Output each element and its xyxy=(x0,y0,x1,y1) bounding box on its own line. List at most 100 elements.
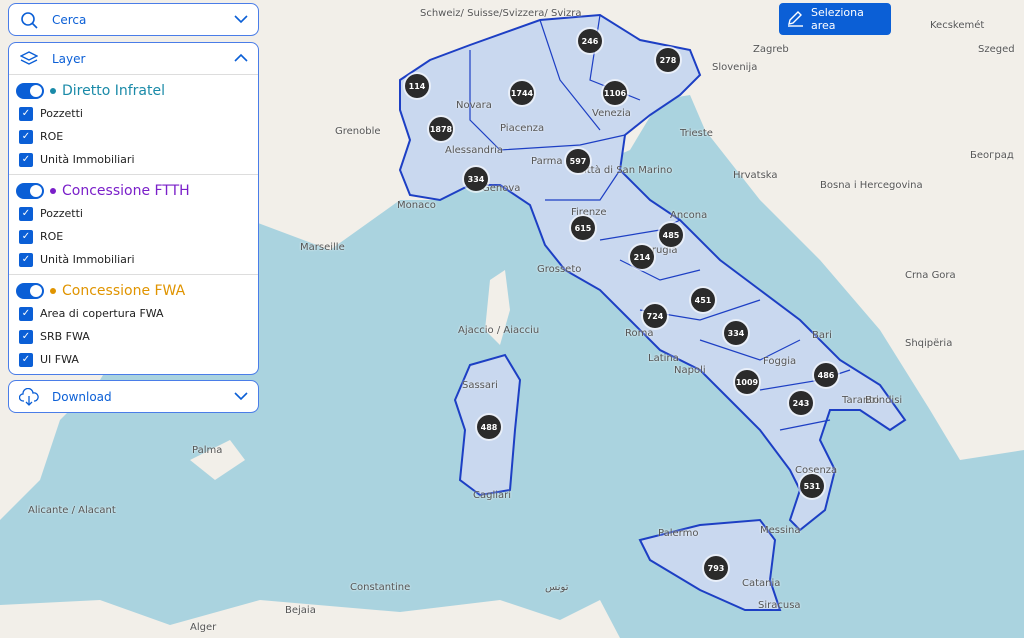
map-place-label: Alicante / Alacant xyxy=(28,505,116,516)
cluster-marker[interactable]: 214 xyxy=(630,245,654,269)
layer-color-dot xyxy=(50,188,56,194)
layer-item-label: SRB FWA xyxy=(40,330,90,343)
edit-icon xyxy=(786,9,804,30)
layer-color-dot xyxy=(50,88,56,94)
cluster-marker[interactable]: 451 xyxy=(691,288,715,312)
map-place-label: Sassari xyxy=(462,380,498,391)
cluster-marker[interactable]: 334 xyxy=(724,321,748,345)
map-place-label: Slovenija xyxy=(712,62,758,73)
map-place-label: تونس xyxy=(545,582,569,593)
layer-item[interactable]: ✓ ROE xyxy=(16,225,258,248)
cluster-marker[interactable]: 278 xyxy=(656,48,680,72)
cluster-marker[interactable]: 531 xyxy=(800,474,824,498)
map-place-label: Kecskemét xyxy=(930,20,985,31)
layer-item[interactable]: ✓ Area di copertura FWA xyxy=(16,302,258,325)
map-place-label: Palma xyxy=(192,445,223,456)
checkbox-checked-icon[interactable]: ✓ xyxy=(19,306,33,321)
map-place-label: Bejaia xyxy=(285,605,316,616)
checkbox-checked-icon[interactable]: ✓ xyxy=(19,229,33,244)
map-place-label: Hrvatska xyxy=(733,170,778,181)
cluster-marker[interactable]: 246 xyxy=(578,29,602,53)
layer-item-label: Pozzetti xyxy=(40,207,83,220)
layer-item[interactable]: ✓ UI FWA xyxy=(16,348,258,371)
select-area-button[interactable]: Seleziona area xyxy=(779,3,891,35)
map-place-label: Genova xyxy=(482,183,521,194)
cluster-marker[interactable]: 615 xyxy=(571,216,595,240)
map-place-label: Ancona xyxy=(670,210,708,221)
search-label: Cerca xyxy=(52,12,87,27)
map-place-label: Foggia xyxy=(763,356,797,367)
layer-group-toggle[interactable] xyxy=(16,283,44,299)
layer-toggle[interactable]: Layer xyxy=(9,43,258,74)
layer-group-toggle[interactable] xyxy=(16,83,44,99)
cluster-marker[interactable]: 334 xyxy=(464,167,488,191)
cluster-marker[interactable]: 724 xyxy=(643,304,667,328)
cluster-marker[interactable]: 1878 xyxy=(429,117,453,141)
cluster-marker[interactable]: 1744 xyxy=(510,81,534,105)
search-panel[interactable]: Cerca xyxy=(8,3,259,36)
map-place-label: Grenoble xyxy=(335,126,381,137)
checkbox-checked-icon[interactable]: ✓ xyxy=(19,252,33,267)
layer-item[interactable]: ✓ Unità Immobiliari xyxy=(16,248,258,271)
cluster-marker[interactable]: 114 xyxy=(405,74,429,98)
checkbox-checked-icon[interactable]: ✓ xyxy=(19,152,33,167)
layer-group-title: Concessione FWA xyxy=(62,283,186,299)
layer-item-label: Area di copertura FWA xyxy=(40,307,164,320)
download-label: Download xyxy=(52,389,112,404)
search-toggle[interactable]: Cerca xyxy=(9,4,258,35)
map-place-label: Београд xyxy=(970,150,1014,161)
layer-group: Concessione FWA ✓ Area di copertura FWA ✓ SR… xyxy=(9,274,258,374)
cluster-marker[interactable]: 486 xyxy=(814,363,838,387)
layer-group-title: Diretto Infratel xyxy=(62,83,165,99)
map-place-label: Palermo xyxy=(658,528,699,539)
map-place-label: Firenze xyxy=(571,207,607,218)
layer-item[interactable]: ✓ Pozzetti xyxy=(16,202,258,225)
map-place-label: Cagliari xyxy=(473,490,512,501)
checkbox-checked-icon[interactable]: ✓ xyxy=(19,206,33,221)
layer-item-label: ROE xyxy=(40,130,64,143)
layer-item[interactable]: ✓ SRB FWA xyxy=(16,325,258,348)
checkbox-checked-icon[interactable]: ✓ xyxy=(19,129,33,144)
cluster-marker[interactable]: 1106 xyxy=(603,81,627,105)
map-place-label: Bari xyxy=(812,330,832,341)
select-area-label: Seleziona area xyxy=(811,6,864,32)
map-place-label: Parma xyxy=(531,156,563,167)
layer-item[interactable]: ✓ Pozzetti xyxy=(16,102,258,125)
download-panel[interactable]: Download xyxy=(8,380,259,413)
cluster-marker[interactable]: 1009 xyxy=(735,370,759,394)
map-place-label: Monaco xyxy=(397,200,436,211)
checkbox-checked-icon[interactable]: ✓ xyxy=(19,329,33,344)
cluster-marker[interactable]: 793 xyxy=(704,556,728,580)
chevron-up-icon xyxy=(234,52,248,66)
cluster-marker[interactable]: 597 xyxy=(566,149,590,173)
layer-item[interactable]: ✓ Unità Immobiliari xyxy=(16,148,258,171)
map-place-label: Latina xyxy=(648,353,679,364)
layer-group-title: Concessione FTTH xyxy=(62,183,190,199)
map-place-label: Venezia xyxy=(592,108,631,119)
map-place-label: Alessandria xyxy=(445,145,504,156)
layer-group-toggle[interactable] xyxy=(16,183,44,199)
map-place-label: Crna Gora xyxy=(905,270,956,281)
map-place-label: Szeged xyxy=(978,44,1015,55)
cloud-download-icon xyxy=(19,387,39,407)
download-toggle[interactable]: Download xyxy=(9,381,258,412)
checkbox-checked-icon[interactable]: ✓ xyxy=(19,106,33,121)
cluster-marker[interactable]: 243 xyxy=(789,391,813,415)
layer-item-label: Unità Immobiliari xyxy=(40,253,135,266)
layer-item[interactable]: ✓ ROE xyxy=(16,125,258,148)
layer-item-label: Unità Immobiliari xyxy=(40,153,135,166)
cluster-marker[interactable]: 488 xyxy=(477,415,501,439)
checkbox-checked-icon[interactable]: ✓ xyxy=(19,352,33,367)
map-place-label: Roma xyxy=(625,328,654,339)
layer-color-dot xyxy=(50,288,56,294)
map-place-label: Shqipëria xyxy=(905,338,953,349)
map-place-label: Città di San Marino xyxy=(577,165,673,176)
layer-item-label: ROE xyxy=(40,230,64,243)
layer-panel: Layer Diretto Infratel ✓ Pozzetti ✓ ROE ✓ Unit… xyxy=(8,42,259,375)
map-place-label: Schweiz/ Suisse/Svizzera/ Svizra xyxy=(420,8,582,19)
layer-item-label: UI FWA xyxy=(40,353,79,366)
cluster-marker[interactable]: 485 xyxy=(659,223,683,247)
map-place-label: Zagreb xyxy=(753,44,789,55)
map-place-label: Novara xyxy=(456,100,492,111)
map-place-label: Messina xyxy=(760,525,801,536)
